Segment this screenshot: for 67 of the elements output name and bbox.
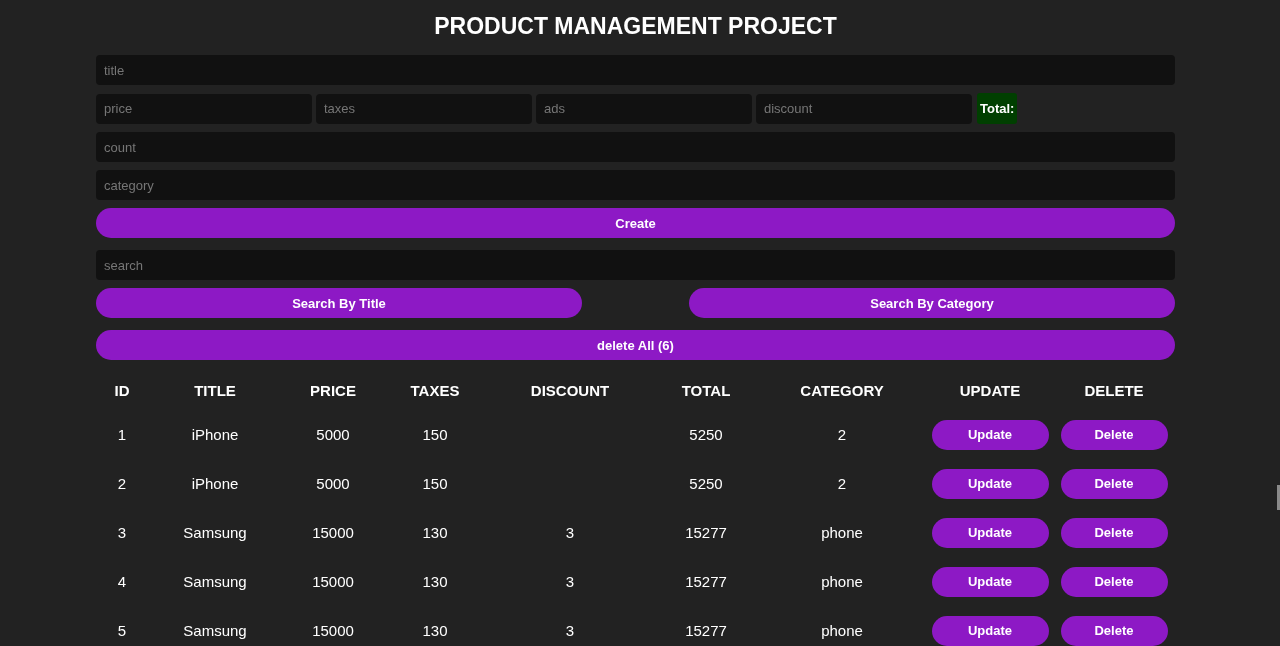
table-cell: phone: [821, 573, 863, 590]
delete-button[interactable]: Delete: [1060, 419, 1168, 450]
update-button[interactable]: Update: [931, 419, 1049, 450]
search-button[interactable]: Search By Category: [689, 288, 1175, 318]
table-cell: 5: [117, 622, 127, 639]
search-field[interactable]: search: [96, 250, 1175, 280]
total-label: Total:: [977, 93, 1018, 124]
delete-button[interactable]: Delete: [1060, 615, 1168, 646]
column-header: CATEGORY: [800, 381, 884, 399]
table-cell: 2: [837, 426, 847, 443]
table-cell: 15277: [685, 524, 727, 541]
table-cell: 1: [117, 426, 127, 443]
table-cell: Samsung: [183, 573, 247, 590]
table-cell: 130: [422, 622, 448, 639]
delete-all-button[interactable]: delete All (6): [96, 330, 1175, 360]
input-field[interactable]: ads: [536, 93, 752, 124]
column-header: DELETE: [1084, 381, 1144, 399]
table-cell: 150: [422, 475, 448, 492]
table-cell: 2: [837, 475, 847, 492]
update-button[interactable]: Update: [931, 468, 1049, 499]
table-cell: Samsung: [183, 622, 247, 639]
table-cell: iPhone: [191, 475, 239, 492]
table-cell: iPhone: [191, 426, 239, 443]
delete-button[interactable]: Delete: [1060, 566, 1168, 597]
category-field[interactable]: category: [96, 170, 1175, 200]
delete-button[interactable]: Delete: [1060, 517, 1168, 548]
table-cell: 3: [117, 524, 127, 541]
table-cell: 5250: [689, 475, 723, 492]
input-field[interactable]: price: [96, 93, 312, 124]
table-cell: 15000: [312, 524, 354, 541]
table-cell: Samsung: [183, 524, 247, 541]
table-cell: 130: [422, 524, 448, 541]
table-cell: 15277: [685, 622, 727, 639]
table-cell: phone: [821, 622, 863, 639]
search-button[interactable]: Search By Title: [96, 288, 582, 318]
table-cell: 5000: [316, 475, 350, 492]
update-button[interactable]: Update: [931, 615, 1049, 646]
update-button[interactable]: Update: [931, 517, 1049, 548]
table-cell: 3: [565, 573, 575, 590]
table-cell: 3: [565, 622, 575, 639]
input-field[interactable]: taxes: [316, 93, 532, 124]
table-cell: phone: [821, 524, 863, 541]
table-cell: 15000: [312, 573, 354, 590]
create-button[interactable]: Create: [96, 208, 1175, 238]
table-cell: 150: [422, 426, 448, 443]
input-field[interactable]: discount: [756, 93, 972, 124]
table-cell: 5000: [316, 426, 350, 443]
page-title: PRODUCT MANAGEMENT PROJECT: [433, 12, 838, 40]
scrollbar-thumb[interactable]: [1277, 485, 1280, 510]
column-header: ID: [114, 381, 130, 399]
update-button[interactable]: Update: [931, 566, 1049, 597]
column-header: TAXES: [410, 381, 460, 399]
table-cell: 3: [565, 524, 575, 541]
count-field[interactable]: count: [96, 132, 1175, 162]
column-header: DISCOUNT: [530, 381, 610, 399]
table-cell: 15277: [685, 573, 727, 590]
title-field[interactable]: title: [96, 55, 1175, 85]
table-cell: 15000: [312, 622, 354, 639]
table-cell: 5250: [689, 426, 723, 443]
table-cell: 4: [117, 573, 127, 590]
table-cell: 130: [422, 573, 448, 590]
column-header: PRICE: [310, 381, 356, 399]
column-header: TITLE: [194, 381, 236, 399]
table-cell: 2: [117, 475, 127, 492]
column-header: TOTAL: [681, 381, 731, 399]
column-header: UPDATE: [959, 381, 1021, 399]
delete-button[interactable]: Delete: [1060, 468, 1168, 499]
